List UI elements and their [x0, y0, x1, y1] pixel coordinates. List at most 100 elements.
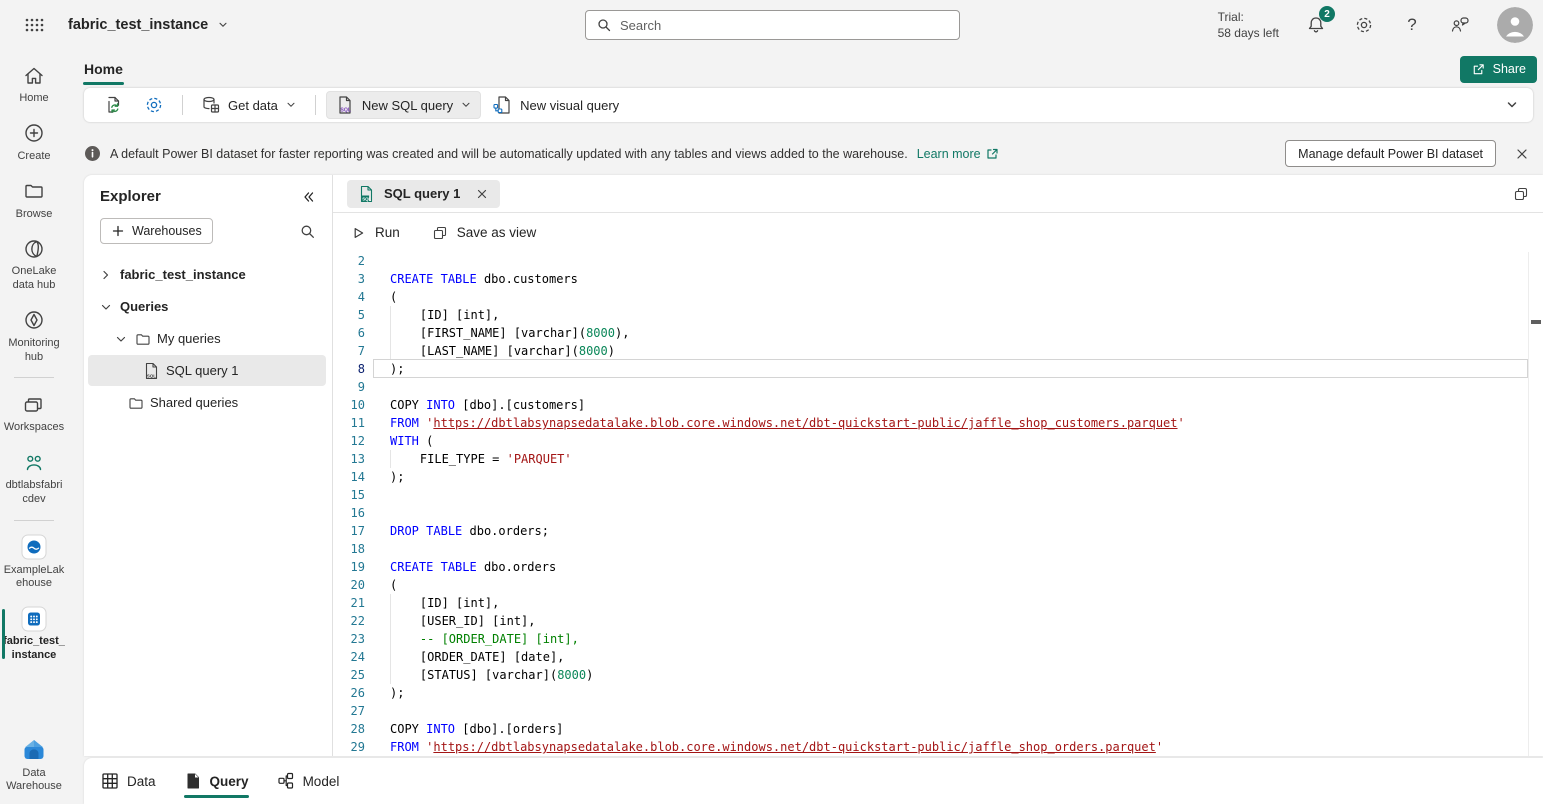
- add-warehouses-button[interactable]: Warehouses: [100, 218, 213, 244]
- sidebar-item-browse[interactable]: Browse: [0, 174, 68, 226]
- sidebar-item-label: Workspaces: [3, 421, 65, 435]
- token: dbo.customers: [477, 272, 578, 286]
- code-line: 19CREATE TABLE dbo.orders: [333, 558, 1543, 576]
- people-icon: [22, 449, 46, 476]
- save-as-view-button[interactable]: Save as view: [432, 225, 537, 241]
- chevron-down-icon: [1505, 98, 1519, 112]
- sidebar-item-monitoring-hub[interactable]: Monitoring hub: [0, 303, 68, 369]
- browse-icon: [22, 178, 46, 205]
- app-launcher-button[interactable]: [0, 17, 68, 33]
- token: FILE_TYPE =: [420, 452, 507, 466]
- tab-title: SQL query 1: [384, 186, 460, 201]
- search-input[interactable]: [620, 18, 949, 33]
- sidebar-item-fabric-test-instance[interactable]: fabric_test_instance: [0, 601, 68, 667]
- sidebar-item-label: ExampleLakehouse: [3, 564, 65, 592]
- data-warehouse-icon: [21, 737, 47, 764]
- sidebar-item-examplelakehouse[interactable]: ExampleLakehouse: [0, 530, 68, 596]
- collapse-panel-button[interactable]: [300, 189, 316, 205]
- user-avatar[interactable]: [1497, 7, 1533, 43]
- tree-item-my-queries[interactable]: My queries: [88, 323, 326, 354]
- chevron-down-icon: [217, 19, 229, 31]
- sidebar-item-data-warehouse[interactable]: Data Warehouse: [0, 733, 68, 799]
- code-line: 4(: [333, 288, 1543, 306]
- sql-editor[interactable]: 23CREATE TABLE dbo.customers4(5 [ID] [in…: [333, 252, 1543, 756]
- sidebar-item-label: fabric_test_instance: [3, 635, 65, 663]
- explorer-panel: Explorer Warehouses fabric_test_instance…: [84, 175, 332, 756]
- tab-sql-query-1[interactable]: SQL SQL query 1: [347, 180, 500, 208]
- query-toolbar: Run Save as view: [333, 213, 1543, 252]
- manage-dataset-button[interactable]: Manage default Power BI dataset: [1285, 140, 1496, 167]
- help-button[interactable]: ?: [1401, 14, 1423, 36]
- code-text: [STATUS] [varchar](8000): [333, 666, 1543, 684]
- tab-home[interactable]: Home: [84, 61, 123, 77]
- play-icon: [350, 225, 366, 241]
- code-line: 18: [333, 540, 1543, 558]
- indent-guide: [390, 648, 420, 666]
- explorer-search-button[interactable]: [299, 223, 316, 240]
- code-text: [FIRST_NAME] [varchar](8000),: [333, 324, 1543, 342]
- tab-model[interactable]: Model: [277, 758, 340, 804]
- token: [dbo].[orders]: [455, 722, 563, 736]
- workspace-switcher[interactable]: fabric_test_instance: [68, 17, 229, 33]
- line-number: 13: [333, 450, 365, 468]
- indent-guide: [390, 666, 420, 684]
- run-button[interactable]: Run: [350, 225, 400, 241]
- ribbon-expand-button[interactable]: [1505, 98, 1519, 112]
- divider: [315, 95, 316, 115]
- tree-item-queries[interactable]: Queries: [88, 291, 326, 322]
- code-line: 26);: [333, 684, 1543, 702]
- token: );: [390, 686, 404, 700]
- svg-text:SQL: SQL: [340, 108, 351, 114]
- code-line: 13 FILE_TYPE = 'PARQUET': [333, 450, 1543, 468]
- tab-data[interactable]: Data: [101, 758, 156, 804]
- code-line: 22 [USER_ID] [int],: [333, 612, 1543, 630]
- code-text: DROP TABLE dbo.orders;: [333, 522, 1543, 540]
- dataset-info-banner: A default Power BI dataset for faster re…: [84, 132, 1543, 175]
- tree-item-sql-query-1[interactable]: SQLSQL query 1: [88, 355, 326, 386]
- tree-item-label: My queries: [157, 331, 221, 346]
- new-sql-query-button[interactable]: SQL New SQL query: [326, 91, 481, 119]
- notification-badge: 2: [1319, 6, 1335, 22]
- close-tab-icon[interactable]: [475, 187, 489, 201]
- sidebar-item-dbtlabsfabricdev[interactable]: dbtlabsfabricdev: [0, 445, 68, 511]
- token: [433, 272, 440, 286]
- query-panel: SQL SQL query 1 Run Save as view 23CREAT…: [332, 175, 1543, 756]
- sql-page-icon: SQL: [335, 95, 355, 115]
- feedback-button[interactable]: [1449, 14, 1471, 36]
- settings-toolbar-button[interactable]: [136, 91, 172, 119]
- sidebar-item-label: Data Warehouse: [3, 767, 65, 795]
- code-text: [ORDER_DATE] [date],: [333, 648, 1543, 666]
- get-data-button[interactable]: Get data: [193, 91, 305, 119]
- settings-button[interactable]: [1353, 14, 1375, 36]
- warehouse-icon: [21, 605, 47, 632]
- token: [dbo].[customers]: [455, 398, 585, 412]
- sidebar-item-workspaces[interactable]: Workspaces: [0, 387, 68, 439]
- tree-item-shared-queries[interactable]: Shared queries: [88, 387, 326, 418]
- refresh-dataset-button[interactable]: [96, 91, 132, 119]
- trial-label: Trial:: [1218, 9, 1279, 25]
- code-text: -- [ORDER_DATE] [int],: [333, 630, 1543, 648]
- document-refresh-icon: [104, 95, 124, 115]
- code-text: COPY INTO [dbo].[orders]: [333, 720, 1543, 738]
- chevron-right-icon[interactable]: [98, 267, 114, 283]
- notifications-button[interactable]: 2: [1305, 14, 1327, 36]
- token: [433, 560, 440, 574]
- line-number: 16: [333, 504, 365, 522]
- banner-close-button[interactable]: [1515, 147, 1529, 161]
- token: 8000: [579, 344, 608, 358]
- chevron-down-icon[interactable]: [113, 331, 129, 347]
- copy-button[interactable]: [1513, 186, 1529, 202]
- share-button[interactable]: Share: [1460, 56, 1537, 83]
- chevron-down-icon[interactable]: [98, 299, 114, 315]
- learn-more-link[interactable]: Learn more: [917, 147, 999, 161]
- data-grid-icon: [101, 772, 119, 790]
- tab-query[interactable]: Query: [184, 758, 249, 804]
- sidebar-item-home[interactable]: Home: [0, 58, 68, 110]
- sidebar-item-create[interactable]: Create: [0, 116, 68, 168]
- sidebar-item-onelake-data-hub[interactable]: OneLake data hub: [0, 231, 68, 297]
- code-text: );: [333, 468, 1543, 486]
- global-search[interactable]: [585, 10, 960, 40]
- new-visual-query-button[interactable]: New visual query: [485, 91, 627, 119]
- token: -- [ORDER_DATE] [int],: [420, 632, 579, 646]
- tree-item-fabric-test-instance[interactable]: fabric_test_instance: [88, 259, 326, 290]
